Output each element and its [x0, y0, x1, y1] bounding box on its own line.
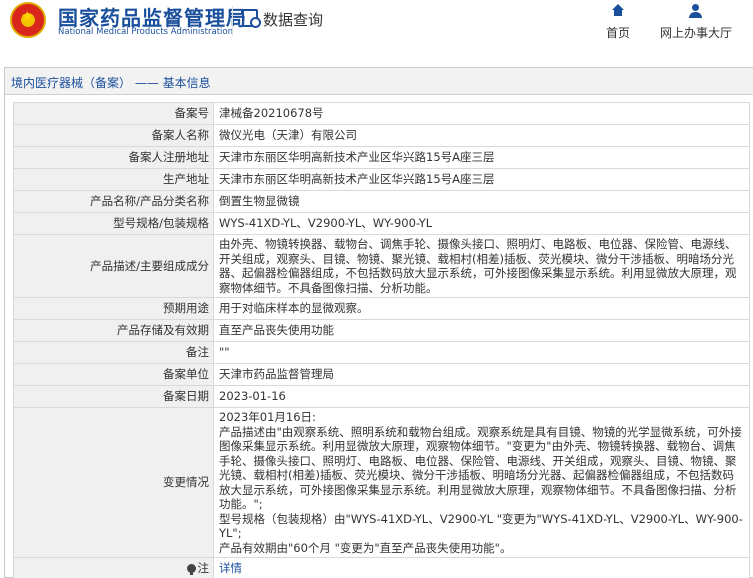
row-label: 备案单位	[13, 363, 214, 386]
row-label: 产品描述/主要组成成分	[13, 234, 214, 298]
table-row: 产品描述/主要组成成分 由外壳、物镜转换器、载物台、调焦手轮、摄像头接口、照明灯…	[13, 234, 750, 298]
row-label: 备注	[13, 341, 214, 364]
table-row: 产品名称/产品分类名称 倒置生物显微镜	[13, 190, 750, 213]
table-row: 预期用途 用于对临床样本的显微观察。	[13, 297, 750, 320]
row-value: 天津市药品监督管理局	[213, 363, 750, 386]
row-label: 备案号	[13, 102, 214, 125]
page-section-title: 数据查询	[263, 11, 324, 29]
note-value-cell: 详情	[213, 557, 750, 578]
table-row: 备案号 津械备20210678号	[13, 102, 750, 125]
row-value: ""	[213, 341, 750, 364]
table-row: 备案人注册地址 天津市东丽区华明高新技术产业区华兴路15号A座三层	[13, 146, 750, 169]
row-label: 备案人名称	[13, 124, 214, 147]
header-divider	[232, 6, 233, 36]
row-value: 由外壳、物镜转换器、载物台、调焦手轮、摄像头接口、照明灯、电路板、电位器、保险管…	[213, 234, 750, 298]
table-row: 备案单位 天津市药品监督管理局	[13, 363, 750, 386]
breadcrumb: 境内医疗器械（备案） —— 基本信息	[11, 74, 211, 91]
nav-online-hall-label: 网上办事大厅	[659, 26, 732, 40]
table-row: 变更情况 2023年01月16日: 产品描述由"由观察系统、照明系统和载物台组成…	[13, 407, 750, 558]
row-label: 型号规格/包装规格	[13, 212, 214, 235]
breadcrumb-link[interactable]: 境内医疗器械（备案）	[11, 76, 131, 90]
nav-home[interactable]: 首页	[600, 4, 636, 41]
home-icon	[609, 4, 627, 22]
detail-panel: 境内医疗器械（备案） —— 基本信息 备案号 津械备20210678号 备案人名…	[4, 67, 753, 578]
details-link[interactable]: 详情	[219, 561, 242, 575]
row-label: 备案人注册地址	[13, 146, 214, 169]
table-row: 型号规格/包装规格 WYS-41XD-YL、V2900-YL、WY-900-YL	[13, 212, 750, 235]
table-row: 生产地址 天津市东丽区华明高新技术产业区华兴路15号A座三层	[13, 168, 750, 191]
breadcrumb-current: 基本信息	[162, 76, 211, 90]
row-value: WYS-41XD-YL、V2900-YL、WY-900-YL	[213, 212, 750, 235]
detail-table: 备案号 津械备20210678号 备案人名称 微仪光电（天津）有限公司 备案人注…	[13, 102, 750, 578]
row-label: 备案日期	[13, 385, 214, 408]
change-history-value: 2023年01月16日: 产品描述由"由观察系统、照明系统和载物台组成。观察系统…	[213, 407, 750, 558]
row-label: 生产地址	[13, 168, 214, 191]
data-query-icon	[242, 9, 261, 28]
pin-icon	[186, 564, 196, 576]
row-label: 产品存储及有效期	[13, 319, 214, 342]
row-label: 预期用途	[13, 297, 214, 320]
row-label: 产品名称/产品分类名称	[13, 190, 214, 213]
note-label: 注	[197, 561, 210, 576]
agency-name-en: National Medical Products Administration	[58, 27, 233, 37]
table-row: 备注 ""	[13, 341, 750, 364]
row-value: 用于对临床样本的显微观察。	[213, 297, 750, 320]
row-value: 微仪光电（天津）有限公司	[213, 124, 750, 147]
user-icon	[687, 4, 705, 22]
row-label: 变更情况	[13, 407, 214, 558]
nav-home-label: 首页	[605, 26, 630, 40]
row-value: 直至产品丧失使用功能	[213, 319, 750, 342]
row-value: 2023-01-16	[213, 385, 750, 408]
note-label-cell: 注	[13, 557, 214, 578]
row-value: 天津市东丽区华明高新技术产业区华兴路15号A座三层	[213, 168, 750, 191]
breadcrumb-bar: 境内医疗器械（备案） —— 基本信息	[5, 68, 753, 95]
table-row: 备案人名称 微仪光电（天津）有限公司	[13, 124, 750, 147]
table-row: 产品存储及有效期 直至产品丧失使用功能	[13, 319, 750, 342]
table-row: 备案日期 2023-01-16	[13, 385, 750, 408]
row-value: 倒置生物显微镜	[213, 190, 750, 213]
table-row: 注 详情	[13, 557, 750, 578]
row-value: 天津市东丽区华明高新技术产业区华兴路15号A座三层	[213, 146, 750, 169]
site-header: ★ 国家药品监督管理局 National Medical Products Ad…	[0, 0, 753, 60]
breadcrumb-separator: ——	[134, 76, 159, 90]
row-value: 津械备20210678号	[213, 102, 750, 125]
nav-online-hall[interactable]: 网上办事大厅	[652, 4, 740, 41]
national-emblem-icon: ★	[10, 2, 46, 38]
